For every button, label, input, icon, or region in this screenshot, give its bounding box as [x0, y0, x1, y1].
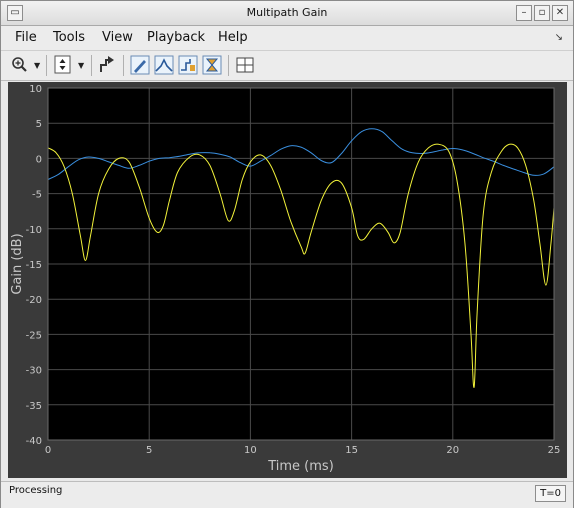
- dock-arrow-icon[interactable]: ↘: [555, 32, 563, 43]
- x-tick-label: 25: [548, 445, 561, 456]
- y-tick-label: -15: [26, 260, 42, 271]
- x-tick-label: 15: [345, 445, 358, 456]
- menu-playback[interactable]: Playback: [147, 30, 205, 46]
- menu-bar: File Tools View Playback Help ↘: [1, 26, 573, 51]
- x-tick-label: 5: [146, 445, 152, 456]
- y-tick-label: -5: [32, 190, 42, 201]
- layout-button[interactable]: [234, 54, 256, 76]
- x-tick-label: 0: [45, 445, 51, 456]
- x-tick-label: 10: [244, 445, 257, 456]
- scale-axes-icon: [54, 55, 71, 74]
- status-bar: Processing T=0: [1, 481, 573, 508]
- peak-icon: [154, 55, 174, 75]
- y-tick-label: -30: [26, 366, 42, 377]
- y-tick-label: 0: [36, 154, 42, 165]
- y-tick-label: -20: [26, 295, 42, 306]
- zoom-in-icon: [12, 57, 27, 72]
- toolbar-separator: [46, 55, 47, 76]
- multipath-gain-chart[interactable]: 0 5 10 15 20 25 10 5 0 -5 -10 -15 -20 -25 -30 -35 -40 T…: [8, 82, 567, 478]
- minimize-button[interactable]: –: [516, 5, 532, 21]
- signal-stats-button[interactable]: [177, 54, 199, 76]
- x-tick-labels: 0 5 10 15 20 25: [45, 445, 561, 456]
- minimize-icon: –: [521, 7, 527, 18]
- y-tick-label: -10: [26, 225, 42, 236]
- peak-finder-button[interactable]: [153, 54, 175, 76]
- app-window: Multipath Gain ▭ – ▫ ✕ File Tools View P…: [0, 0, 574, 508]
- x-tick-label: 20: [446, 445, 459, 456]
- toolbar-separator: [91, 55, 92, 76]
- cursor-icon: [202, 55, 222, 75]
- close-button[interactable]: ✕: [552, 5, 568, 21]
- status-time: T=0: [535, 485, 566, 502]
- menu-file[interactable]: File: [15, 30, 37, 46]
- status-text: Processing: [9, 485, 63, 496]
- y-tick-label: 5: [36, 119, 42, 130]
- y-tick-label: 10: [29, 84, 42, 95]
- toolbar: ▼ ▼: [1, 51, 573, 81]
- edit-button[interactable]: [129, 54, 151, 76]
- y-tick-label: -25: [26, 330, 42, 341]
- layout-icon: [236, 57, 254, 73]
- edit-icon: [130, 55, 150, 75]
- y-tick-labels: 10 5 0 -5 -10 -15 -20 -25 -30 -35 -40: [26, 84, 42, 447]
- menu-tools[interactable]: Tools: [53, 30, 85, 46]
- cursor-measurements-button[interactable]: [201, 54, 223, 76]
- maximize-button[interactable]: ▫: [534, 5, 550, 21]
- y-axis-label: Gain (dB): [10, 233, 25, 294]
- close-icon: ✕: [555, 7, 565, 18]
- window-menu-button[interactable]: ▭: [7, 5, 23, 21]
- toolbar-separator: [123, 55, 124, 76]
- window-title: Multipath Gain: [246, 6, 328, 19]
- y-tick-label: -35: [26, 401, 42, 412]
- y-tick-label: -40: [26, 436, 42, 447]
- toolbar-separator: [228, 55, 229, 76]
- step-icon: [178, 55, 198, 75]
- window-menu-icon: ▭: [10, 7, 20, 18]
- menu-view[interactable]: View: [102, 30, 133, 46]
- x-axis-label: Time (ms): [267, 459, 334, 474]
- menu-help[interactable]: Help: [218, 30, 248, 46]
- scale-dropdown-icon[interactable]: ▼: [78, 61, 84, 70]
- restore-button[interactable]: [97, 54, 119, 76]
- plot-panel: 0 5 10 15 20 25 10 5 0 -5 -10 -15 -20 -25 -30 -35 -40 T…: [8, 82, 567, 478]
- maximize-icon: ▫: [538, 7, 546, 18]
- restore-icon: [100, 56, 114, 72]
- zoom-in-button[interactable]: [9, 54, 31, 76]
- zoom-dropdown-icon[interactable]: ▼: [34, 61, 40, 70]
- title-bar: Multipath Gain ▭ – ▫ ✕: [1, 1, 573, 26]
- scale-axes-button[interactable]: [52, 54, 74, 76]
